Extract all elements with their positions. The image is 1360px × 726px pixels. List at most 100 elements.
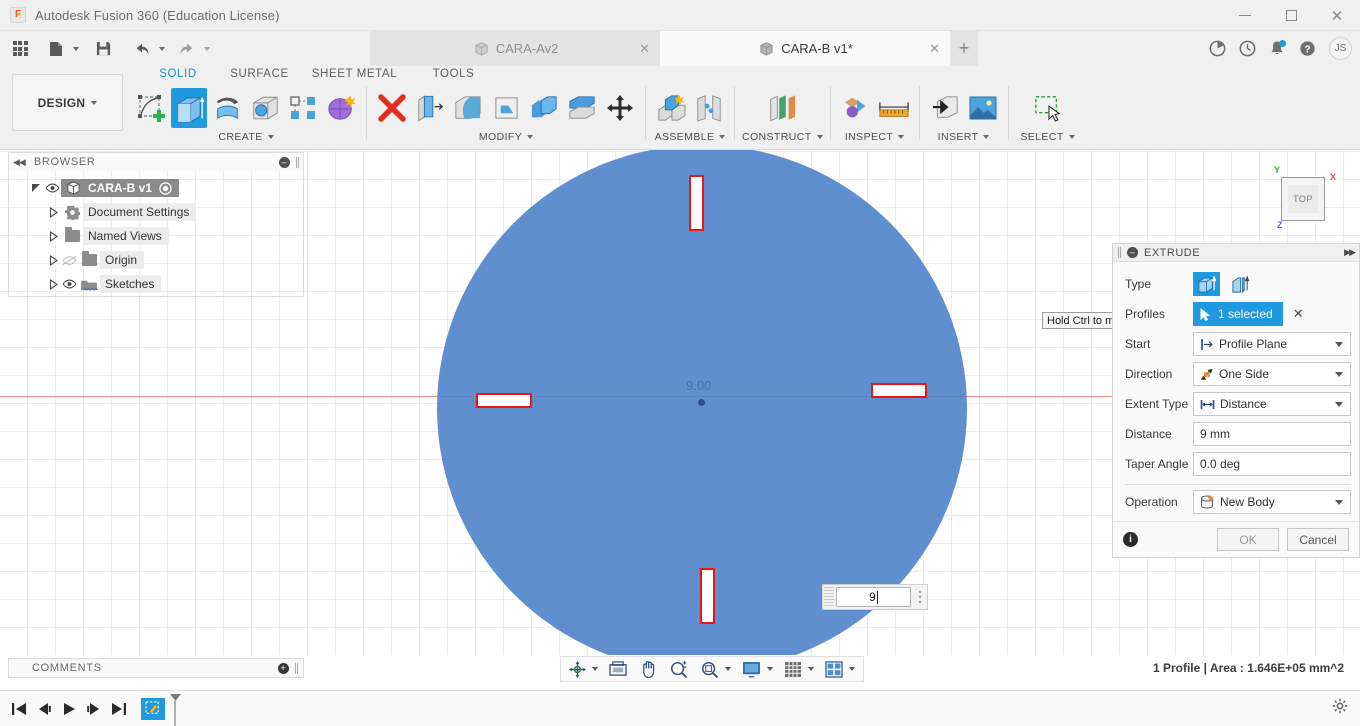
add-comment-icon[interactable]: + [278, 662, 289, 674]
tree-node-text[interactable]: Sketches [100, 275, 162, 293]
tab-close-icon[interactable]: ✕ [639, 41, 650, 57]
draft-button[interactable] [488, 88, 524, 128]
distance-inline-input[interactable]: 9 [836, 587, 911, 607]
grid-snaps-caret-icon[interactable] [808, 667, 814, 671]
activate-component-icon[interactable] [159, 181, 172, 195]
canvas-image-button[interactable] [965, 88, 1001, 128]
move-copy-button[interactable] [602, 88, 638, 128]
tab-tools[interactable]: TOOLS [406, 68, 501, 86]
tree-node-root[interactable]: CARA-B v1 [9, 176, 303, 200]
create-sketch-button[interactable] [133, 88, 169, 128]
select-window-button[interactable] [1030, 88, 1066, 128]
undo-icon[interactable] [127, 36, 157, 62]
tab-sheet-metal[interactable]: SHEET METAL [303, 68, 406, 86]
redo-caret-icon[interactable] [204, 46, 210, 51]
type-thin-button[interactable] [1227, 272, 1254, 296]
type-solid-button[interactable] [1193, 272, 1220, 296]
expand-arrow-icon[interactable] [30, 182, 43, 195]
view-cube-top-face[interactable]: TOP [1281, 177, 1325, 221]
fillet-button[interactable] [412, 88, 448, 128]
viewports-caret-icon[interactable] [849, 667, 855, 671]
clear-selection-icon[interactable]: ✕ [1293, 306, 1304, 322]
view-cube[interactable]: Y X Z TOP [1266, 162, 1338, 234]
hole-button[interactable] [247, 88, 283, 128]
combine-button[interactable] [526, 88, 562, 128]
tree-node-document-settings[interactable]: Document Settings [9, 200, 303, 224]
orbit-button[interactable] [566, 658, 589, 680]
panel-resize-handle[interactable] [296, 156, 299, 168]
help-icon[interactable]: ? [1294, 36, 1320, 62]
timeline-step-back-button[interactable] [33, 697, 55, 721]
rectangular-pattern-button[interactable] [285, 88, 321, 128]
zoom-window-button[interactable] [698, 658, 722, 680]
notifications-icon[interactable] [1264, 36, 1290, 62]
slot-left[interactable] [476, 393, 532, 408]
avatar[interactable]: JS [1329, 37, 1352, 60]
extrude-dialog-header[interactable]: – EXTRUDE ▶▶ [1113, 244, 1359, 262]
chevron-down-icon[interactable] [1335, 499, 1343, 505]
tree-node-text[interactable]: Named Views [83, 227, 169, 245]
tree-node-origin[interactable]: Origin [9, 248, 303, 272]
display-settings-caret-icon[interactable] [767, 667, 773, 671]
new-file-icon[interactable] [41, 36, 71, 62]
profiles-selection-button[interactable]: 1 selected [1193, 302, 1283, 326]
slot-right[interactable] [871, 383, 927, 398]
comments-panel[interactable]: COMMENTS + [8, 658, 304, 678]
inline-options-icon[interactable] [913, 591, 927, 603]
redo-group[interactable] [172, 36, 210, 62]
job-status-icon[interactable] [1204, 36, 1230, 62]
ribbon-group-label[interactable]: MODIFY [479, 131, 534, 143]
expand-dialog-icon[interactable]: ▶▶ [1344, 247, 1356, 258]
collapse-panel-icon[interactable]: ◀◀ [13, 157, 26, 168]
timeline-step-forward-button[interactable] [83, 697, 105, 721]
redo-icon[interactable] [172, 36, 202, 62]
grid-snaps-button[interactable] [781, 658, 805, 680]
extent-type-dropdown[interactable]: Distance [1193, 392, 1351, 416]
close-button[interactable]: ✕ [1314, 0, 1360, 31]
chevron-down-icon[interactable] [1335, 371, 1343, 377]
undo-caret-icon[interactable] [159, 46, 165, 51]
cancel-button[interactable]: Cancel [1287, 528, 1349, 551]
joint-button[interactable] [691, 88, 727, 128]
tab-close-icon[interactable]: ✕ [929, 41, 940, 57]
tab-solid[interactable]: SOLID [140, 68, 216, 86]
timeline-go-end-button[interactable] [108, 697, 130, 721]
tree-node-named-views[interactable]: Named Views [9, 224, 303, 248]
tab-cara-b[interactable]: CARA-B v1* ✕ [660, 31, 950, 66]
expand-arrow-icon[interactable] [47, 230, 60, 243]
visibility-eye-icon[interactable] [44, 181, 61, 195]
new-file-group[interactable] [41, 36, 79, 62]
zoom-window-caret-icon[interactable] [725, 667, 731, 671]
viewports-button[interactable] [822, 658, 846, 680]
minimize-panel-icon[interactable]: – [279, 156, 290, 168]
zoom-button[interactable] [667, 658, 691, 680]
new-file-caret-icon[interactable] [73, 46, 79, 51]
tab-cara-a[interactable]: CARA-Av2 ✕ [370, 31, 660, 66]
app-grid-icon[interactable] [5, 36, 35, 62]
dialog-drag-handle[interactable] [1118, 247, 1121, 258]
section-analysis-button[interactable] [838, 88, 874, 128]
chevron-down-icon[interactable] [1335, 401, 1343, 407]
pan-button[interactable] [637, 658, 660, 680]
tab-surface[interactable]: SURFACE [216, 68, 303, 86]
ribbon-group-label[interactable]: INSPECT [845, 131, 905, 143]
display-settings-button[interactable] [739, 658, 764, 680]
expand-arrow-icon[interactable] [47, 254, 60, 267]
operation-dropdown[interactable]: New Body [1193, 490, 1351, 514]
new-component-button[interactable] [653, 88, 689, 128]
timeline-go-start-button[interactable] [8, 697, 30, 721]
save-icon[interactable] [88, 36, 118, 62]
ribbon-group-label[interactable]: INSERT [938, 131, 990, 143]
shell-button[interactable] [450, 88, 486, 128]
visibility-eye-off-icon[interactable] [61, 253, 78, 267]
slot-top[interactable] [689, 175, 704, 231]
tree-node-label[interactable]: CARA-B v1 [61, 179, 180, 197]
undo-group[interactable] [127, 36, 165, 62]
timeline-marker[interactable] [170, 693, 182, 726]
tree-node-sketches[interactable]: Sketches [9, 272, 303, 296]
recent-activity-icon[interactable] [1234, 36, 1260, 62]
revolve-button[interactable] [209, 88, 245, 128]
press-pull-button[interactable] [374, 88, 410, 128]
maximize-button[interactable] [1268, 0, 1314, 31]
collapse-dialog-icon[interactable]: – [1127, 247, 1138, 258]
